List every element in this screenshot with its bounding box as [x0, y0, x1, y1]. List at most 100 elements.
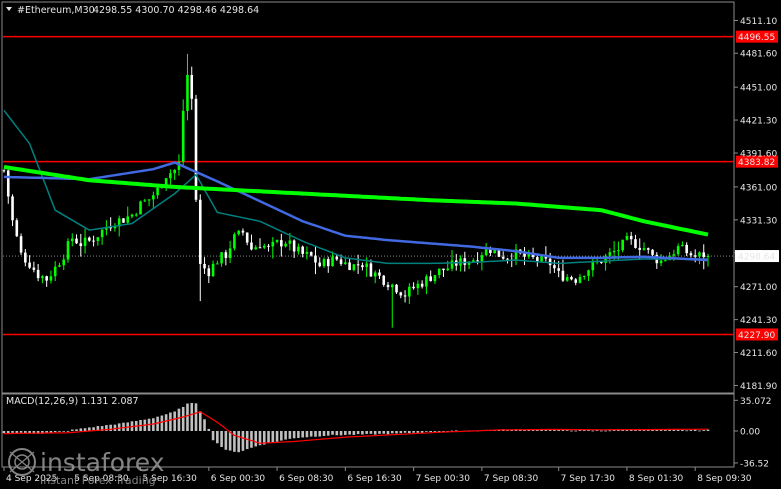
macd-histogram-bar [412, 431, 415, 433]
candle-bull [254, 247, 258, 250]
time-tick-label: 7 Sep 08:30 [484, 474, 539, 484]
macd-histogram-bar [574, 430, 578, 432]
macd-histogram-bar [164, 414, 168, 431]
candle-bear [241, 230, 245, 233]
candle-bear [702, 252, 706, 258]
macd-histogram-bar [301, 431, 304, 438]
macd-histogram-bar [58, 431, 61, 432]
macd-histogram-bar [429, 431, 432, 433]
candle-bear [553, 265, 556, 269]
candle-bull [53, 266, 57, 277]
macd-histogram-bar [344, 431, 347, 435]
candle-bear [651, 249, 654, 255]
candle-bear [267, 245, 270, 247]
macd-histogram-bar [203, 419, 206, 431]
macd-histogram-bar [420, 431, 424, 433]
candle-bull [408, 286, 411, 297]
candle-bull [331, 256, 334, 267]
candle-bear [36, 269, 40, 279]
candle-bull [233, 234, 236, 249]
candle-bull [587, 270, 590, 276]
candle-bear [45, 276, 48, 281]
candle-bull [365, 263, 368, 268]
macd-histogram-bar [361, 431, 364, 435]
candle-bull [156, 187, 159, 196]
candle-bear [339, 259, 343, 265]
candle-bull [578, 276, 582, 283]
candle-bull [181, 110, 185, 162]
macd-histogram-bar [335, 431, 339, 436]
ohlc-readout: 4298.55 4300.70 4298.46 4298.64 [93, 5, 259, 16]
candle-bear [378, 272, 381, 276]
macd-histogram-bar [356, 431, 360, 435]
candle-bear [463, 258, 467, 265]
time-tick-label: 6 Sep 08:30 [279, 474, 334, 484]
candle-bull [591, 261, 595, 271]
macd-histogram-bar [181, 406, 185, 431]
candle-bull [100, 229, 104, 238]
candle-bull [373, 272, 377, 277]
candle-bear [309, 252, 313, 256]
candle-bull [565, 277, 569, 281]
macd-histogram-bar [339, 431, 343, 436]
candle-bear [574, 279, 578, 283]
macd-histogram-bar [190, 402, 194, 431]
time-tick-label: 8 Sep 09:30 [697, 474, 752, 484]
candle-bear [646, 248, 650, 250]
candle-bear [629, 235, 633, 240]
macd-histogram-bar [681, 429, 684, 431]
macd-histogram-bar [348, 431, 351, 435]
candle-bear [420, 283, 424, 287]
macd-histogram-bar [399, 431, 403, 434]
candle-bull [621, 239, 624, 251]
macd-histogram-bar [698, 430, 701, 432]
candle-bear [476, 260, 479, 262]
price-chart[interactable]: 4496.55 4383.82 4227.90 4511.10 4481.60 4451.… [0, 0, 781, 489]
candle-bear [369, 263, 373, 277]
candle-bull [659, 260, 663, 264]
candle-bull [672, 254, 676, 256]
candle-bull [698, 252, 701, 257]
macd-histogram-bar [544, 429, 548, 431]
candle-bull [152, 195, 155, 200]
macd-histogram-bar [309, 431, 313, 437]
time-tick-label: 7 Sep 17:30 [561, 474, 616, 484]
macd-histogram-bar [604, 430, 607, 432]
candle-bull [390, 284, 394, 288]
candle-bear [335, 256, 339, 260]
candle-bear [32, 267, 36, 270]
candle-bear [6, 170, 10, 197]
candle-bull [62, 259, 66, 266]
candle-bull [625, 235, 629, 240]
price-tick-label: 4511.10 [740, 17, 777, 27]
candle-bull [173, 169, 176, 174]
candle-bull [96, 237, 100, 242]
candle-bear [536, 257, 539, 262]
macd-histogram-bar [280, 431, 283, 441]
candle-bull [66, 241, 70, 260]
candle-bull [305, 252, 309, 254]
macd-histogram-bar [75, 429, 78, 431]
candle-bull [147, 199, 151, 201]
candle-bull [126, 216, 130, 223]
candle-bear [245, 232, 249, 243]
candle-bull [41, 276, 44, 279]
macd-histogram-bar [297, 431, 300, 438]
candle-bear [399, 292, 403, 296]
macd-histogram-bar [365, 431, 368, 434]
macd-histogram-bar [386, 431, 390, 435]
macd-histogram-bar [595, 430, 599, 432]
macd-histogram-bar [220, 431, 223, 447]
macd-histogram-bar [186, 403, 189, 431]
macd-histogram-bar [591, 430, 595, 432]
level-price-label: 4496.55 [738, 33, 775, 43]
price-tick-label: 4451.00 [740, 84, 777, 94]
candle-bull [425, 276, 428, 287]
candle-bull [139, 201, 142, 215]
candle-bear [280, 240, 283, 247]
macd-histogram-bar [254, 431, 258, 447]
candle-bear [24, 252, 27, 263]
candle-bear [561, 270, 565, 281]
macd-histogram-bar [314, 431, 317, 437]
candle-bull [676, 246, 680, 255]
